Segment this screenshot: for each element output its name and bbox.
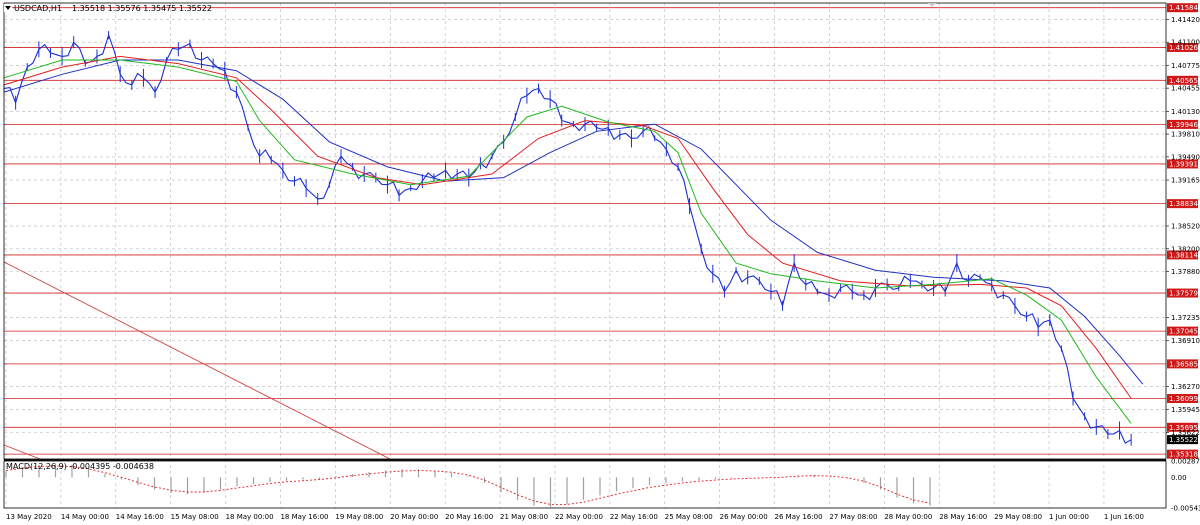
ohlc-label: 1.35518 1.35576 1.35475 1.35522: [72, 4, 212, 13]
price-axis-label: 1.36910: [1171, 337, 1200, 345]
price-axis-label: 1.39490: [1171, 153, 1200, 161]
price-level-label: 1.36099: [1169, 395, 1198, 403]
time-axis-label: 28 May 16:00: [939, 513, 987, 521]
time-axis-label: 20 May 00:00: [390, 513, 438, 521]
price-level-label: 1.37579: [1169, 290, 1198, 298]
price-axis-label: 1.37235: [1171, 314, 1200, 322]
chart-window[interactable]: 13 May 2020 14 May 00:00 14 May 16:00 15 Ma…: [0, 0, 1200, 525]
time-axis-label: 22 May 16:00: [610, 513, 658, 521]
time-axis-label: 25 May 08:00: [665, 513, 713, 521]
time-axis-label: 1 Jun 00:00: [1049, 513, 1089, 521]
price-axis-label: 1.35945: [1171, 406, 1200, 414]
macd-axis-label: 0.00: [1171, 474, 1187, 482]
time-axis-label: 14 May 00:00: [61, 513, 109, 521]
price-level-label: 1.40565: [1169, 77, 1198, 85]
price-axis-label: 1.40775: [1171, 62, 1200, 70]
time-axis-label: 13 May 2020: [6, 513, 52, 521]
price-level-label: 1.37045: [1169, 328, 1198, 336]
macd-axis-label: 0.002876: [1171, 458, 1200, 466]
price-axis-label: 1.37880: [1171, 268, 1200, 276]
current-price-label: 1.35522: [1169, 436, 1198, 444]
price-chart[interactable]: 13 May 2020 14 May 00:00 14 May 16:00 15 Ma…: [0, 0, 1200, 525]
chart-background: [0, 0, 1200, 525]
time-axis-label: 28 May 00:00: [884, 513, 932, 521]
time-axis-label: 26 May 00:00: [720, 513, 768, 521]
time-axis-label: 1 Jun 16:00: [1104, 513, 1144, 521]
price-axis-label: 1.39165: [1171, 177, 1200, 185]
time-axis-label: 15 May 08:00: [171, 513, 219, 521]
time-axis-label: 21 May 08:00: [500, 513, 548, 521]
price-level-label: 1.36585: [1169, 360, 1198, 368]
price-level-label: 1.41584: [1169, 4, 1198, 12]
time-axis-label: 20 May 16:00: [445, 513, 493, 521]
price-axis-label: 1.39810: [1171, 131, 1200, 139]
time-axis-label: 29 May 08:00: [994, 513, 1042, 521]
time-axis-label: 14 May 16:00: [116, 513, 164, 521]
price-axis-label: 1.41420: [1171, 16, 1200, 24]
time-axis-label: 27 May 08:00: [829, 513, 877, 521]
time-axis-label: 18 May 00:00: [226, 513, 274, 521]
price-level-label: 1.39946: [1169, 121, 1198, 129]
time-axis-label: 26 May 16:00: [775, 513, 823, 521]
price-axis-label: 1.38200: [1171, 245, 1200, 253]
price-level-label: 1.39391: [1169, 160, 1198, 168]
time-axis-label: 18 May 16:00: [280, 513, 328, 521]
price-level-label: 1.38834: [1169, 200, 1198, 208]
price-axis-label: 1.36270: [1171, 383, 1200, 391]
time-axis-label: 22 May 00:00: [555, 513, 603, 521]
symbol-label: USDCAD,H1: [14, 4, 62, 13]
time-axis-label: 19 May 08:00: [335, 513, 383, 521]
price-axis-label: 1.38520: [1171, 223, 1200, 231]
price-axis-label: 1.40455: [1171, 85, 1200, 93]
macd-axis-label: -0.005433: [1171, 505, 1200, 513]
macd-label: MACD(12,26,9) -0.004395 -0.004638: [6, 462, 154, 471]
price-axis-label: 1.40130: [1171, 108, 1200, 116]
price-axis-label: 1.41100: [1171, 39, 1200, 47]
